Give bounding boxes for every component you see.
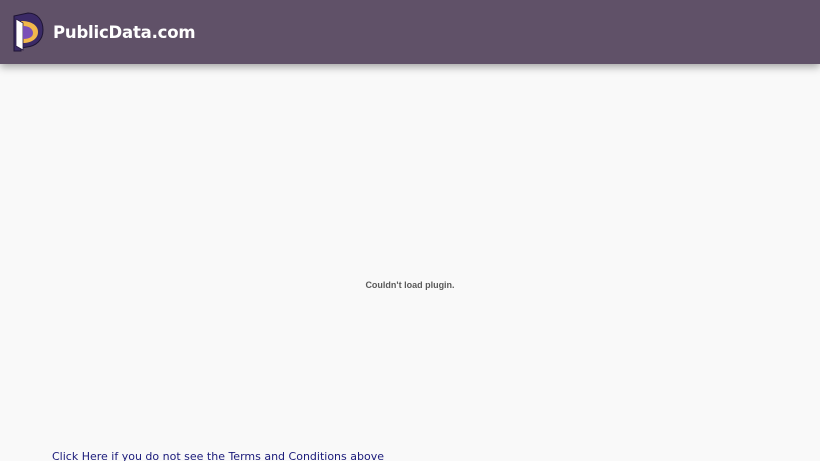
- site-header: PublicData.com: [0, 0, 820, 64]
- home-logo-link[interactable]: PublicData.com: [10, 12, 196, 52]
- publicdata-logo-icon: [13, 12, 44, 52]
- brand-name: PublicData.com: [53, 22, 196, 42]
- plugin-error-message: Couldn't load plugin.: [365, 280, 455, 290]
- terms-conditions-link[interactable]: Click Here if you do not see the Terms a…: [52, 450, 384, 461]
- page: PublicData.com Couldn't load plugin. Cli…: [0, 0, 820, 461]
- embedded-plugin-area: Couldn't load plugin.: [0, 64, 820, 444]
